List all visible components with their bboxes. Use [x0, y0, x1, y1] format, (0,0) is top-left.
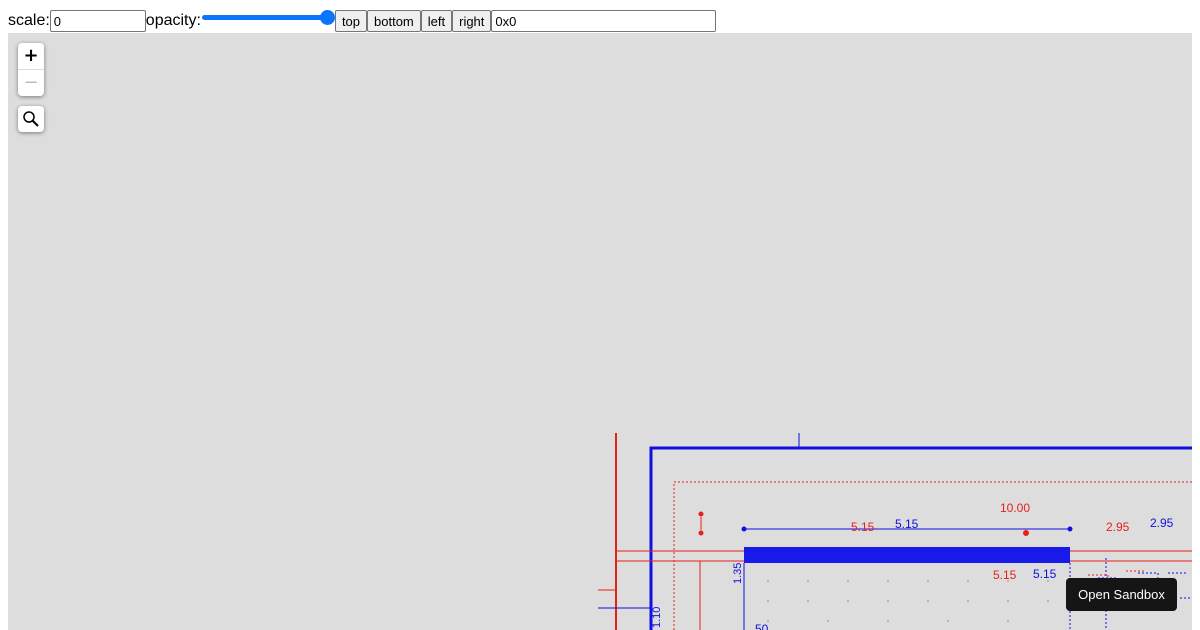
magnifier-icon: [23, 111, 39, 127]
dim-label-red-10: 10.00: [1000, 501, 1030, 515]
scale-label: scale:: [8, 12, 50, 29]
opacity-slider-track: [201, 15, 334, 20]
right-button[interactable]: right: [452, 10, 492, 32]
zoom-out-button[interactable]: −: [18, 69, 44, 96]
zoom-control: + −: [18, 43, 44, 96]
zoom-in-button[interactable]: +: [18, 43, 44, 69]
dim-label-blue-50: 50: [755, 622, 769, 630]
scale-input[interactable]: [49, 10, 146, 32]
dim-label-red-515-bottom: 5.15: [993, 568, 1017, 582]
red-point-2: [698, 530, 704, 536]
blue-dim-end-right: [1067, 526, 1073, 532]
opacity-slider[interactable]: [201, 8, 335, 28]
open-sandbox-button[interactable]: Open Sandbox: [1066, 578, 1177, 611]
dim-label-red-515-top: 5.15: [851, 520, 875, 534]
dim-label-blue-515-bottom: 5.15: [1033, 567, 1057, 581]
blue-dim-end-left: [741, 526, 747, 532]
opacity-slider-thumb[interactable]: [319, 10, 335, 25]
search-button[interactable]: [18, 106, 44, 132]
toolbar: scale: opacity: top bottom left right: [8, 8, 717, 34]
bottom-button[interactable]: bottom: [367, 10, 421, 32]
size-input[interactable]: [491, 10, 717, 32]
red-point-3: [1023, 530, 1029, 536]
floor-plan-drawing: 10.00 5.15 5.15 2.95 2.95 5.15 5.15 1.35…: [598, 433, 1192, 630]
map-canvas[interactable]: 10.00 5.15 5.15 2.95 2.95 5.15 5.15 1.35…: [8, 33, 1192, 630]
dim-label-blue-515-top: 5.15: [895, 517, 919, 531]
left-button[interactable]: left: [420, 10, 453, 32]
dim-label-red-295: 2.95: [1106, 520, 1130, 534]
dim-label-blue-110: 1.10: [651, 607, 663, 628]
blue-slab: [744, 547, 1070, 563]
dim-label-blue-135: 1.35: [732, 563, 744, 584]
top-button[interactable]: top: [334, 10, 368, 32]
dim-label-blue-295: 2.95: [1150, 516, 1174, 530]
red-point-1: [698, 511, 704, 517]
grid-dots: [767, 580, 1049, 622]
opacity-label: opacity:: [145, 12, 201, 29]
